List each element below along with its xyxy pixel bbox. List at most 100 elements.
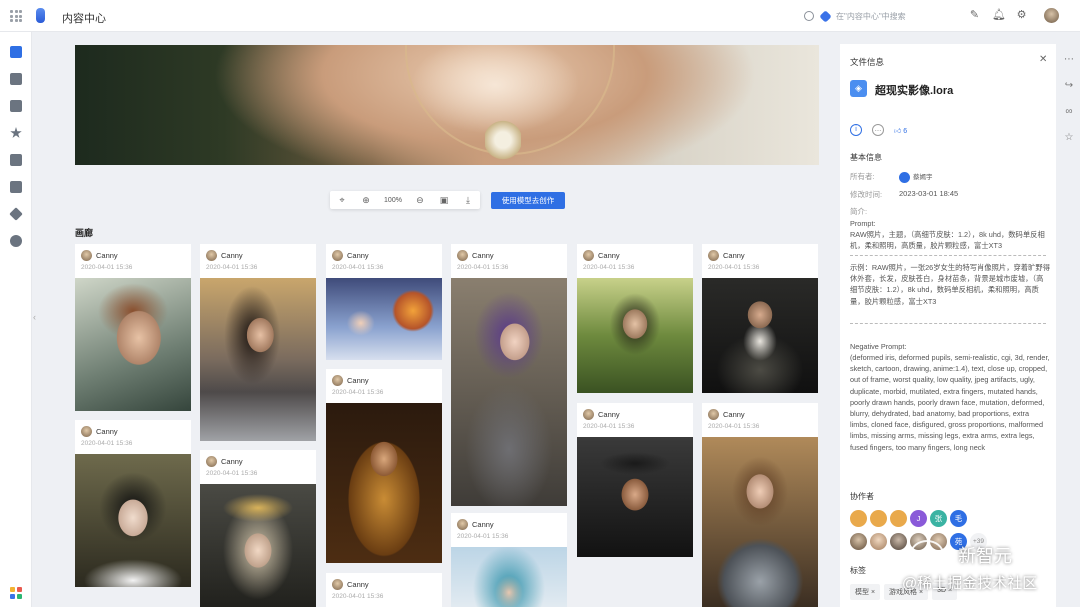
watermark-credit: @稀土掘金技术社区 [902, 575, 1038, 592]
gallery-image[interactable] [200, 484, 316, 607]
notification-bell-icon[interactable]: 🔔︎ [992, 9, 1006, 22]
gallery-card[interactable]: Canny 2020-04-01 15:36 [200, 244, 316, 441]
wechat-logo-icon [910, 540, 944, 568]
gallery-image[interactable] [702, 437, 818, 607]
folder-icon[interactable] [10, 46, 22, 58]
card-user: Canny [347, 251, 369, 260]
zoom-out-icon[interactable]: ⊖ [414, 194, 426, 206]
create-with-model-button[interactable]: 使用模型去创作 [491, 192, 565, 209]
location-icon[interactable]: ⌖ [336, 194, 348, 206]
left-sidebar: ‹ [0, 32, 36, 607]
watermark: 新智元 @稀土掘金技术社区 [902, 540, 1080, 607]
settings-gear-icon[interactable]: ⚙ [1015, 9, 1028, 22]
card-date: 2020-04-01 15:36 [332, 593, 384, 600]
file-name: 超现实影像.lora [875, 85, 954, 97]
panel-title: 文件信息 [850, 57, 885, 67]
gallery-card[interactable]: Canny 2020-04-01 15:36 [75, 420, 191, 587]
team-icon[interactable] [10, 235, 22, 247]
collapse-chevron-icon[interactable]: ‹ [33, 312, 41, 328]
gallery-card[interactable]: Canny 2020-04-01 15:36 [577, 403, 693, 557]
card-date: 2020-04-01 15:36 [332, 264, 384, 271]
gallery-image[interactable] [200, 278, 316, 441]
user-avatar [583, 409, 594, 420]
collaborator-avatar[interactable] [890, 510, 907, 527]
gallery-card[interactable]: Canny 2020-04-01 15:36 [326, 244, 442, 360]
gallery-card[interactable]: Canny 2020-04-01 15:36 [702, 403, 818, 607]
gallery-image[interactable] [577, 437, 693, 557]
card-date: 2020-04-01 15:36 [457, 264, 509, 271]
gallery-image[interactable] [326, 278, 442, 360]
tag-chip[interactable]: 模型 × [850, 584, 881, 600]
card-date: 2020-04-01 15:36 [457, 533, 509, 540]
search-input[interactable]: 在"内容中心"中搜索 [836, 11, 906, 22]
card-date: 2020-04-01 15:36 [583, 264, 635, 271]
collaborator-avatar[interactable] [850, 533, 867, 550]
card-date: 2020-04-01 15:36 [708, 423, 760, 430]
collaborator-avatar[interactable] [870, 510, 887, 527]
gallery-card[interactable]: Canny 2020-04-01 15:36 [451, 513, 567, 607]
favorite-star-icon[interactable]: ☆ [1063, 132, 1075, 144]
collaborator-avatar[interactable]: 张 [930, 510, 947, 527]
tag-icon[interactable] [9, 207, 23, 221]
gallery-card[interactable]: Canny 2020-04-01 15:36 [75, 244, 191, 411]
gallery-image[interactable] [75, 454, 191, 587]
user-avatar [81, 250, 92, 261]
gallery-card[interactable]: Canny 2020-04-01 15:36 [326, 573, 442, 607]
image-toolbar: ⌖ ⊕ 100% ⊖ ▣ ⤓ [330, 191, 480, 209]
gallery-card[interactable]: Canny 2020-04-01 15:36 [451, 244, 567, 506]
gallery-image[interactable] [577, 278, 693, 393]
user-avatar [81, 426, 92, 437]
file-info-panel: 文件信息 ✕ ◈ 超现实影像.lora i … 👍︎ 6 基本信息 所有者: 蔡… [840, 44, 1056, 607]
more-icon[interactable]: ⋯ [1063, 54, 1075, 66]
download-icon[interactable]: ⤓ [462, 194, 474, 206]
user-avatar [708, 409, 719, 420]
preview-image [75, 45, 819, 165]
info-tab-icon[interactable]: i [850, 124, 862, 136]
apps-icon[interactable] [10, 587, 22, 599]
card-user: Canny [221, 251, 243, 260]
edit-icon[interactable]: ✎ [968, 9, 981, 22]
collaborator-avatar[interactable]: J [910, 510, 927, 527]
comment-tab-icon[interactable]: … [872, 124, 884, 136]
app-title: 内容中心 [62, 13, 106, 25]
share-icon[interactable] [10, 73, 22, 85]
card-date: 2020-04-01 15:36 [583, 423, 635, 430]
card-user: Canny [96, 427, 118, 436]
basic-info-title: 基本信息 [850, 153, 882, 162]
owner-row: 所有者: 蔡嫣宇 [850, 171, 933, 183]
user-avatar[interactable] [1044, 8, 1059, 23]
owner-avatar [899, 171, 910, 183]
gallery-card[interactable]: Canny 2020-04-01 15:36 [577, 244, 693, 393]
link-icon[interactable]: ∞ [1063, 106, 1075, 118]
gallery-image[interactable] [451, 278, 567, 506]
collaborator-avatar[interactable] [850, 510, 867, 527]
collaborator-avatar[interactable] [870, 533, 887, 550]
divider [850, 323, 1046, 324]
gallery-image[interactable] [451, 547, 567, 607]
book-icon[interactable] [10, 100, 22, 112]
close-icon[interactable]: ✕ [1039, 54, 1047, 65]
calendar-icon[interactable] [10, 154, 22, 166]
image-icon[interactable] [10, 181, 22, 193]
zoom-level: 100% [384, 196, 402, 204]
collaborator-avatar[interactable]: 毛 [950, 510, 967, 527]
user-avatar [206, 250, 217, 261]
gallery-card[interactable]: Canny 2020-04-01 15:36 [326, 369, 442, 563]
user-avatar [332, 375, 343, 386]
search-box[interactable]: 在"内容中心"中搜索 [804, 7, 950, 25]
necklace-pendant [485, 120, 521, 160]
gallery-image[interactable] [326, 403, 442, 563]
like-button[interactable]: 👍︎ 6 [894, 126, 907, 135]
gallery-image[interactable] [75, 278, 191, 411]
zoom-in-icon[interactable]: ⊕ [360, 194, 372, 206]
fit-screen-icon[interactable]: ▣ [438, 194, 450, 206]
share-arrow-icon[interactable]: ↪ [1063, 80, 1075, 92]
watermark-brand: 新智元 [958, 546, 1012, 566]
gallery-title: 画廊 [75, 228, 94, 238]
gallery-card[interactable]: Canny 2020-04-01 15:36 [200, 450, 316, 607]
gallery-image[interactable] [702, 278, 818, 393]
star-icon[interactable] [10, 127, 22, 138]
gallery-card[interactable]: Canny 2020-04-01 15:36 [702, 244, 818, 393]
app-grid-icon[interactable] [10, 10, 22, 22]
negative-prompt-text: (deformed iris, deformed pupils, semi-re… [850, 353, 1050, 452]
